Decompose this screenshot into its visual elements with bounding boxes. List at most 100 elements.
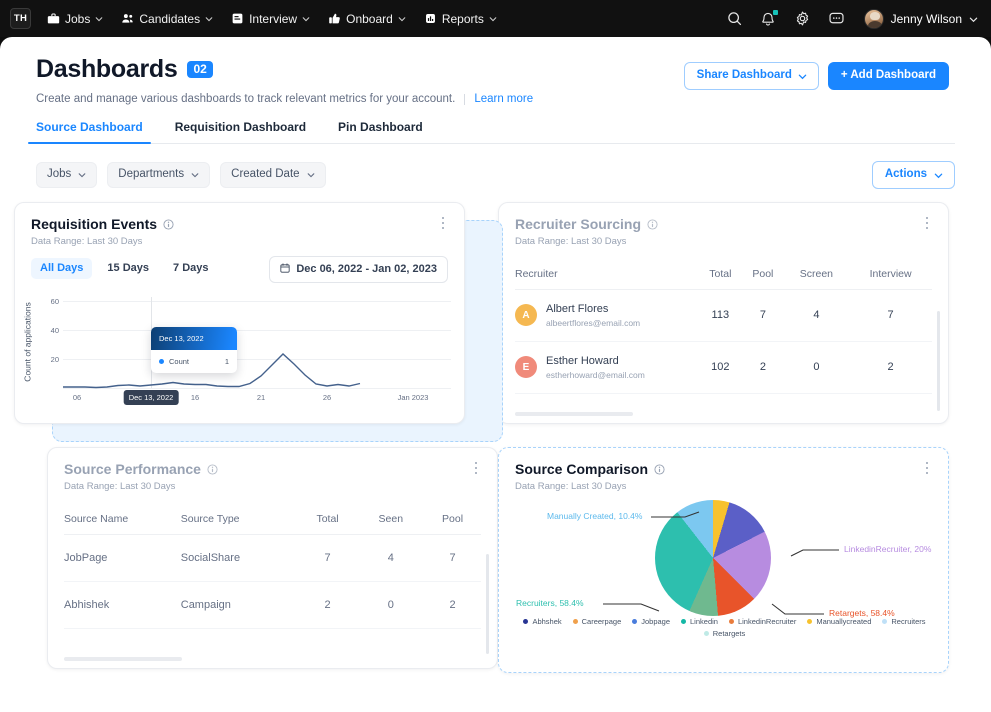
tooltip-body: Count 1	[151, 350, 237, 373]
chevron-down-icon	[934, 171, 943, 179]
legend-item-jobpage[interactable]: Jobpage	[632, 617, 670, 626]
filter-departments[interactable]: Departments	[107, 162, 211, 188]
filter-created-date[interactable]: Created Date	[220, 162, 326, 188]
thumbs-up-icon	[328, 12, 341, 25]
report-icon	[424, 12, 437, 25]
divider	[464, 93, 466, 105]
tab-pin-dashboard[interactable]: Pin Dashboard	[338, 120, 423, 143]
filter-jobs[interactable]: Jobs	[36, 162, 98, 188]
add-dashboard-button[interactable]: + Add Dashboard	[827, 62, 949, 90]
table-row[interactable]: JobPage SocialShare 7 4 7	[64, 534, 481, 582]
info-icon[interactable]	[647, 218, 658, 230]
table-vertical-scrollbar[interactable]	[937, 311, 940, 411]
table-header-row: Source Name Source Type Total Seen Pool	[64, 504, 481, 535]
info-icon[interactable]	[163, 218, 174, 230]
legend-item-recruiters[interactable]: Recruiters	[882, 617, 926, 626]
col-source-type[interactable]: Source Type	[180, 504, 298, 535]
legend-label: Retargets	[712, 629, 746, 638]
cell-total: 113	[698, 289, 743, 342]
bell-icon[interactable]	[760, 10, 778, 27]
card-source-comparison[interactable]: Source Comparison Data Range: Last 30 Da…	[498, 447, 949, 673]
table-row[interactable]: E Esther Howard estherhoward@email.com 1…	[515, 341, 932, 394]
col-total[interactable]: Total	[297, 504, 358, 535]
chevron-down-icon	[78, 171, 86, 179]
x-tick-jan2023: Jan 2023	[397, 393, 429, 402]
legend-item-retargets[interactable]: Retargets	[703, 629, 746, 638]
nav-label-candidates: Candidates	[139, 11, 201, 26]
legend-item-linkedin[interactable]: Linkedin	[681, 617, 718, 626]
card-menu-button[interactable]	[469, 460, 483, 476]
user-menu[interactable]: Jenny Wilson	[863, 8, 978, 29]
recruiter-name: Esther Howard	[546, 354, 619, 367]
people-icon	[121, 12, 134, 25]
table-head: Recruiter Total Pool Screen Interview	[515, 259, 932, 290]
tab-source-dashboard[interactable]: Source Dashboard	[28, 120, 151, 144]
nav-item-interview[interactable]: Interview	[231, 12, 310, 26]
learn-more-link[interactable]: Learn more	[474, 93, 533, 105]
actions-label: Actions	[884, 168, 927, 180]
cell-interview: 7	[849, 289, 932, 342]
source-performance-table-wrap: Source Name Source Type Total Seen Pool …	[48, 504, 497, 654]
card-menu-button[interactable]	[920, 460, 934, 476]
y-axis-label-text: Count of applications	[23, 302, 34, 382]
requisition-events-chart: Count of applications 60 40 20 06 16 21 …	[15, 289, 464, 419]
cell-total: 102	[698, 341, 743, 394]
table-row[interactable]: A Albert Flores albeertflores@email.com …	[515, 289, 932, 342]
col-interview[interactable]: Interview	[849, 259, 932, 290]
col-total[interactable]: Total	[698, 259, 743, 290]
col-screen[interactable]: Screen	[783, 259, 850, 290]
card-recruiter-sourcing[interactable]: Recruiter Sourcing Data Range: Last 30 D…	[498, 202, 949, 424]
tab-requisition-dashboard[interactable]: Requisition Dashboard	[175, 120, 306, 143]
card-menu-button[interactable]	[436, 215, 450, 231]
search-icon[interactable]	[726, 10, 743, 27]
card-menu-button[interactable]	[920, 215, 934, 231]
table-horizontal-scrollbar[interactable]	[64, 657, 182, 661]
page-container: Dashboards 02 Create and manage various …	[0, 37, 991, 712]
col-source-name[interactable]: Source Name	[64, 504, 181, 535]
date-range-picker[interactable]: Dec 06, 2022 - Jan 02, 2023	[269, 256, 448, 283]
legend-item-manuallycreated[interactable]: Manuallycreated	[807, 617, 871, 626]
cell-screen: 4	[783, 289, 850, 342]
nav-item-candidates[interactable]: Candidates	[121, 12, 213, 26]
nav-item-onboard[interactable]: Onboard	[328, 12, 406, 26]
app-logo[interactable]: TH	[10, 8, 31, 29]
cell-total: 2	[297, 581, 358, 629]
legend-item-linkedinrecruiter[interactable]: LinkedinRecruiter	[728, 617, 796, 626]
avatar-initial: A	[515, 304, 537, 327]
table-vertical-scrollbar[interactable]	[486, 554, 489, 654]
card-header: Source Performance Data Range: Last 30 D…	[48, 448, 497, 492]
nav-item-reports[interactable]: Reports	[424, 12, 497, 26]
nav-item-jobs[interactable]: Jobs	[47, 12, 103, 26]
col-pool[interactable]: Pool	[424, 504, 481, 535]
actions-button[interactable]: Actions	[871, 161, 955, 189]
legend-item-careerpage[interactable]: Careerpage	[572, 617, 621, 626]
card-title-requisition-events: Requisition Events	[31, 216, 448, 232]
recruiter-person: E Esther Howard estherhoward@email.com	[515, 355, 698, 380]
y-axis-label: Count of applications	[21, 289, 35, 395]
card-title-recruiter-sourcing: Recruiter Sourcing	[515, 216, 932, 232]
col-recruiter[interactable]: Recruiter	[515, 259, 699, 290]
table-horizontal-scrollbar[interactable]	[515, 412, 633, 416]
share-dashboard-button[interactable]: Share Dashboard	[683, 62, 819, 90]
col-pool[interactable]: Pool	[742, 259, 784, 290]
dashboard-tabs: Source Dashboard Requisition Dashboard P…	[28, 120, 955, 144]
col-seen[interactable]: Seen	[357, 504, 425, 535]
chat-icon[interactable]	[828, 10, 845, 27]
segment-15-days[interactable]: 15 Days	[98, 258, 158, 279]
card-subtitle: Data Range: Last 30 Days	[31, 236, 143, 247]
card-source-performance[interactable]: Source Performance Data Range: Last 30 D…	[47, 447, 498, 669]
legend-color-dot	[523, 619, 529, 624]
segment-7-days[interactable]: 7 Days	[164, 258, 217, 279]
info-icon[interactable]	[207, 463, 218, 475]
nav-label-onboard: Onboard	[346, 11, 393, 26]
info-icon[interactable]	[654, 463, 665, 475]
chevron-down-icon	[307, 171, 315, 179]
table-row[interactable]: Abhishek Campaign 2 0 2	[64, 581, 481, 629]
card-subtitle: Data Range: Last 30 Days	[64, 481, 176, 492]
card-requisition-events[interactable]: Requisition Events Data Range: Last 30 D…	[14, 202, 465, 424]
segment-all-days[interactable]: All Days	[31, 258, 93, 279]
pie-callout-manually-created: Manually Created, 10.4%	[547, 511, 643, 521]
range-segment-control: All Days 15 Days 7 Days Dec 06, 2022 - J…	[31, 256, 448, 283]
legend-item-abhshek[interactable]: Abhshek	[523, 617, 562, 626]
gear-icon[interactable]	[794, 10, 811, 27]
